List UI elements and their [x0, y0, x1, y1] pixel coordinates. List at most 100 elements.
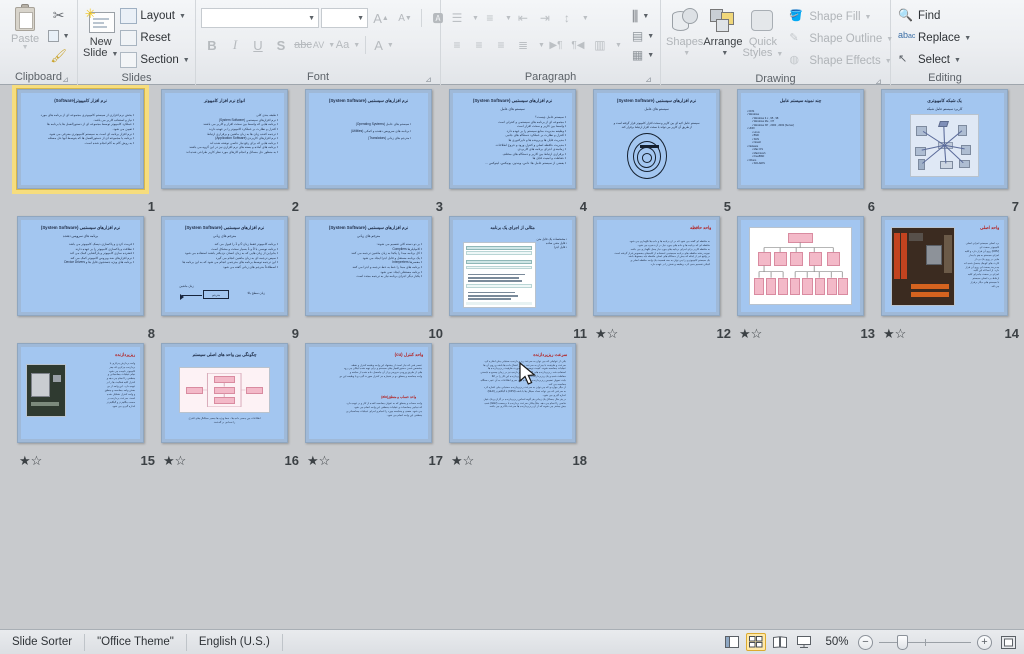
slide-thumbnail-13[interactable]: ★☆ 13: [737, 216, 881, 343]
slide-thumbnail-3[interactable]: نرم افزارهای سیستمی (System Software) • س…: [305, 89, 449, 216]
slide-thumbnail-5[interactable]: نرم افزارهای سیستمی (System Software) سیس…: [593, 89, 737, 216]
slide-thumbnail-6[interactable]: چند نمونه سیستم عامل • DOS • Windows • Wind…: [737, 89, 881, 216]
slide-sorter-pane[interactable]: نرم افزار کامپیوتر(Software) • بخش نرم اف…: [0, 85, 1024, 629]
shapes-button[interactable]: Shapes ▼: [666, 5, 703, 59]
slide-thumbnail-1[interactable]: نرم افزار کامپیوتر(Software) • بخش نرم اف…: [12, 85, 161, 216]
decrease-indent-button[interactable]: ⇤: [512, 7, 534, 29]
slide-thumbnail-frame[interactable]: سرعت ریزپردازنده یکی از عواملی که می توان…: [449, 343, 576, 443]
normal-view-button[interactable]: [722, 633, 742, 651]
line-spacing-button[interactable]: ↕: [556, 7, 578, 29]
slide-thumbnail-2[interactable]: انواع نرم افزار کامپیوتر • طبقه بندی کلی •…: [161, 89, 305, 216]
replace-button[interactable]: abac Replace ▼: [896, 27, 975, 49]
columns-chevron-down-icon[interactable]: ▼: [615, 42, 622, 49]
zoom-out-button[interactable]: −: [858, 634, 873, 650]
align-right-button[interactable]: ≡: [490, 34, 512, 56]
reset-button[interactable]: Reset: [118, 27, 193, 49]
slide-transition-icon[interactable]: ★☆: [739, 327, 762, 342]
fit-slide-to-window-button[interactable]: [998, 633, 1018, 651]
slide-thumbnail-frame[interactable]: نرم افزارهای سیستمی (System Software) متر…: [305, 216, 432, 316]
strikethrough-button[interactable]: abc: [293, 34, 313, 56]
slide-thumbnail-8[interactable]: نرم افزارهای سیستمی (System Software) برن…: [17, 216, 161, 343]
line-spacing-chevron-down-icon[interactable]: ▼: [582, 15, 589, 22]
zoom-in-button[interactable]: +: [977, 634, 992, 650]
slide-transition-icon[interactable]: ★☆: [595, 327, 618, 342]
copy-button[interactable]: ▼: [46, 27, 72, 45]
shape-outline-button[interactable]: ✎ Shape Outline ▼: [787, 28, 897, 50]
slide-thumbnail-frame[interactable]: نرم افزار کامپیوتر(Software) • بخش نرم اف…: [12, 85, 149, 194]
shape-fill-button[interactable]: 🪣 Shape Fill ▼: [787, 6, 897, 28]
ltr-button[interactable]: ▶¶: [545, 34, 567, 56]
slide-transition-icon[interactable]: ★☆: [451, 454, 474, 469]
align-text-button[interactable]: ▤ ▼: [632, 27, 654, 45]
slide-thumbnail-17[interactable]: واحد کنترل (cu) واحد حساب و منطق(alu) عنصر…: [305, 343, 449, 470]
slide-thumbnail-18[interactable]: سرعت ریزپردازنده یکی از عواملی که می توان…: [449, 343, 593, 470]
character-spacing-button[interactable]: AV ▼: [313, 34, 335, 56]
layout-button[interactable]: Layout ▼: [118, 5, 193, 27]
change-case-button[interactable]: Aa ▼: [335, 34, 361, 56]
increase-indent-button[interactable]: ⇥: [534, 7, 556, 29]
slide-thumbnail-frame[interactable]: چگونگی بین واحد های اصلی سیستم اطلاعات بی…: [161, 343, 288, 443]
font-dialog-launcher[interactable]: [424, 75, 433, 84]
cut-button[interactable]: ✂: [47, 6, 71, 25]
find-button[interactable]: 🔍 Find: [896, 5, 975, 27]
slide-thumbnail-frame[interactable]: ریزپردازنده واحد پردازش مرکزی یا پردازنده …: [17, 343, 144, 443]
underline-button[interactable]: U: [247, 34, 269, 56]
paste-button[interactable]: Paste ▼: [5, 4, 45, 51]
grow-font-button[interactable]: A ▲: [370, 7, 392, 29]
slide-thumbnail-frame[interactable]: چند نمونه سیستم عامل • DOS • Windows • Wind…: [737, 89, 864, 189]
slide-show-button[interactable]: [794, 633, 814, 651]
font-name-chevron-down-icon[interactable]: ▼: [308, 15, 315, 22]
slide-thumbnail-7[interactable]: یک شبکه کامپیوتری کاربرد سیستم عامل شبکه 7: [881, 89, 1024, 216]
align-left-button[interactable]: ≡: [446, 34, 468, 56]
bold-button[interactable]: B: [201, 34, 223, 56]
bullets-button[interactable]: ☰: [446, 7, 468, 29]
slide-transition-icon[interactable]: ★☆: [883, 327, 906, 342]
slide-thumbnail-15[interactable]: ریزپردازنده واحد پردازش مرکزی یا پردازنده …: [17, 343, 161, 470]
font-name-combobox[interactable]: ▼: [201, 8, 319, 28]
slide-thumbnail-frame[interactable]: واحد اصلی برد اصلی سیستم اجزای اصلی کامپیو…: [881, 216, 1008, 316]
slide-transition-icon[interactable]: ★☆: [307, 454, 330, 469]
columns-button[interactable]: ▥: [589, 34, 611, 56]
slide-thumbnail-frame[interactable]: نرم افزارهای سیستمی (System Software) برن…: [17, 216, 144, 316]
numbering-chevron-down-icon[interactable]: ▼: [505, 15, 512, 22]
select-button[interactable]: ↖ Select ▼: [896, 49, 975, 71]
slide-thumbnail-frame[interactable]: نرم افزارهای سیستمی (System Software) متر…: [161, 216, 288, 316]
slide-thumbnail-16[interactable]: چگونگی بین واحد های اصلی سیستم اطلاعات بی…: [161, 343, 305, 470]
font-size-chevron-down-icon[interactable]: ▼: [357, 15, 364, 22]
slide-transition-icon[interactable]: ★☆: [19, 454, 42, 469]
slide-thumbnail-frame[interactable]: نرم افزارهای سیستمی (System Software) سیس…: [449, 89, 576, 189]
slide-thumbnail-9[interactable]: نرم افزارهای سیستمی (System Software) متر…: [161, 216, 305, 343]
numbering-button[interactable]: ≡: [479, 7, 501, 29]
arrange-button[interactable]: Arrange ▼: [703, 5, 742, 59]
bullets-chevron-down-icon[interactable]: ▼: [472, 15, 479, 22]
reading-view-button[interactable]: [770, 633, 790, 651]
zoom-slider-handle[interactable]: [897, 634, 908, 650]
slide-thumbnail-4[interactable]: نرم افزارهای سیستمی (System Software) سیس…: [449, 89, 593, 216]
shape-effects-button[interactable]: ◍ Shape Effects ▼: [787, 50, 897, 72]
align-center-button[interactable]: ≡: [468, 34, 490, 56]
slide-transition-icon[interactable]: ★☆: [163, 454, 186, 469]
font-color-button[interactable]: A ▼: [370, 34, 398, 56]
slide-thumbnail-frame[interactable]: واحد حافظه به حافظه ای گفته می شود که در …: [593, 216, 720, 316]
copy-chevron-down-icon[interactable]: ▼: [63, 33, 70, 40]
slide-thumbnail-11[interactable]: مثالی از اجرای یک برنامه • مشخصات یک فایل…: [449, 216, 593, 343]
clipboard-dialog-launcher[interactable]: [61, 75, 70, 84]
shrink-font-button[interactable]: A ▼: [394, 7, 416, 29]
zoom-slider-track[interactable]: [879, 634, 971, 650]
section-button[interactable]: Section ▼: [118, 49, 193, 71]
slide-thumbnail-frame[interactable]: یک شبکه کامپیوتری کاربرد سیستم عامل شبکه: [881, 89, 1008, 189]
paste-chevron-down-icon[interactable]: ▼: [22, 44, 29, 51]
slide-thumbnail-frame[interactable]: نرم افزارهای سیستمی (System Software) سیس…: [593, 89, 720, 189]
font-size-combobox[interactable]: ▼: [321, 8, 368, 28]
slide-thumbnail-frame[interactable]: واحد کنترل (cu) واحد حساب و منطق(alu) عنصر…: [305, 343, 432, 443]
quick-styles-button[interactable]: Quick Styles ▼: [742, 5, 783, 60]
status-view-name[interactable]: Slide Sorter: [0, 633, 86, 651]
convert-to-smartart-button[interactable]: ▦ ▼: [632, 46, 654, 64]
slide-thumbnail-10[interactable]: نرم افزارهای سیستمی (System Software) متر…: [305, 216, 449, 343]
justify-button[interactable]: ≣: [512, 34, 534, 56]
italic-button[interactable]: I: [224, 34, 246, 56]
slide-sorter-view-button[interactable]: [746, 633, 766, 651]
text-shadow-button[interactable]: S: [270, 34, 292, 56]
justify-chevron-down-icon[interactable]: ▼: [538, 42, 545, 49]
rtl-button[interactable]: ¶◀: [567, 34, 589, 56]
